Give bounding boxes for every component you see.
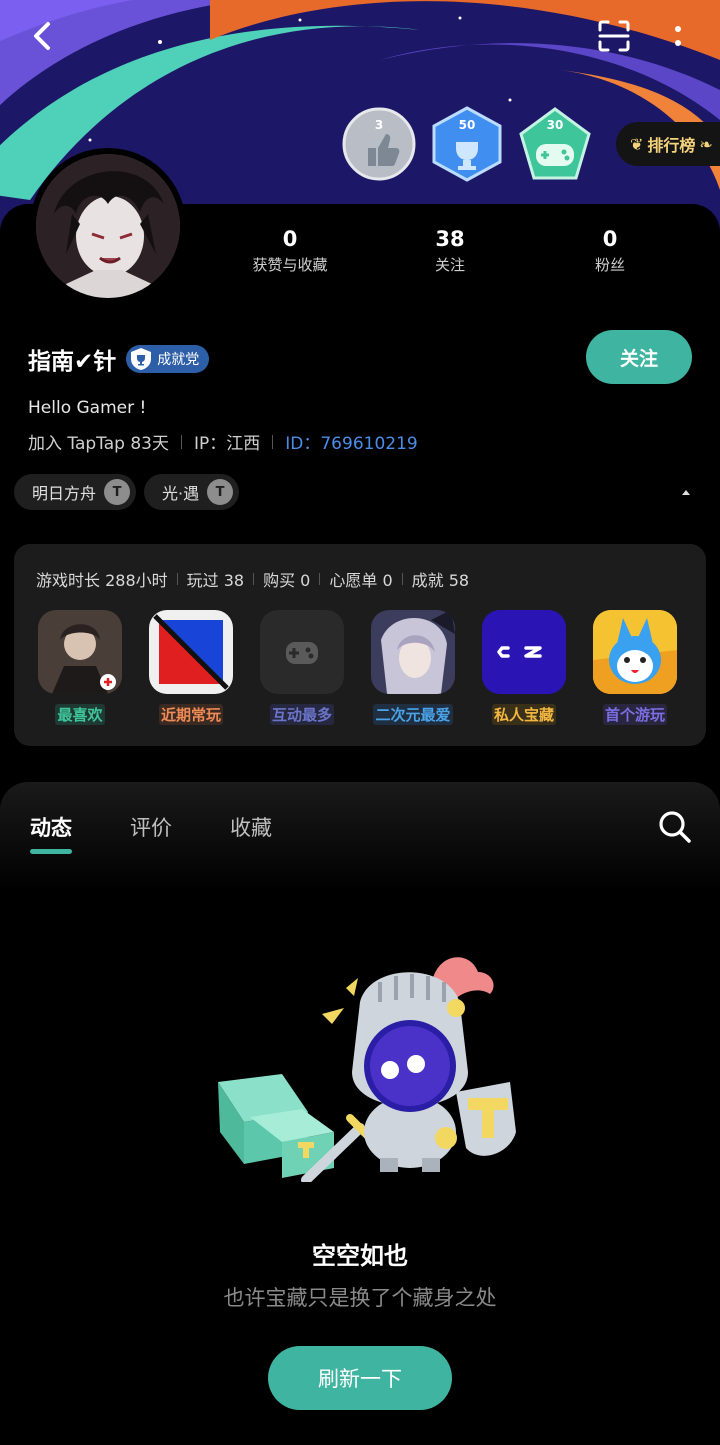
- game-tag[interactable]: 光·遇 T: [144, 474, 240, 510]
- stat-followers[interactable]: 0 粉丝: [530, 226, 690, 275]
- badge-value: 3: [374, 118, 384, 132]
- stat-value: 0: [282, 227, 298, 251]
- stat-label: 获赞与收藏: [252, 256, 328, 274]
- game-art: [38, 610, 122, 694]
- game-recent[interactable]: 近期常玩: [149, 610, 233, 725]
- divider: [272, 434, 274, 449]
- shield-trophy-icon: [131, 348, 152, 370]
- gamepad-icon: [286, 642, 318, 664]
- achievement-tag[interactable]: 成就党: [126, 345, 210, 373]
- game-icon: [260, 610, 344, 694]
- chest-icon: [218, 1074, 334, 1178]
- badge-games[interactable]: 30: [518, 106, 592, 182]
- stat-wishlist[interactable]: 心愿单 0: [329, 567, 392, 591]
- game-art: [593, 610, 677, 694]
- game-anime[interactable]: 二次元最爱: [371, 610, 455, 725]
- badge-likes[interactable]: 3: [342, 106, 416, 182]
- achievement-badges: 3 50 30: [342, 106, 592, 182]
- tab-activity[interactable]: 动态: [30, 812, 72, 854]
- badge-value: 50: [458, 118, 476, 132]
- stat-achievements[interactable]: 成就 58: [412, 567, 469, 591]
- scan-button[interactable]: [592, 14, 636, 58]
- empty-state-illustration: [218, 957, 516, 1182]
- user-meta: 加入 TapTap 83天 IP：江西 ID：769610219: [28, 429, 418, 454]
- game-showcase: 最喜欢 近期常玩 互动最多 二次元最爱 私人宝藏 首个游玩: [38, 610, 677, 725]
- achievement-tag-label: 成就党: [157, 352, 200, 368]
- game-interact[interactable]: 互动最多: [260, 610, 344, 725]
- join-duration: 加入 TapTap 83天: [28, 434, 169, 454]
- game-tag-label: 明日方舟: [32, 484, 97, 503]
- refresh-button[interactable]: 刷新一下: [268, 1346, 452, 1410]
- tab-reviews[interactable]: 评价: [130, 812, 172, 842]
- game-tag[interactable]: 明日方舟 T: [14, 474, 137, 510]
- game-favorite[interactable]: 最喜欢: [38, 610, 122, 725]
- game-label: 互动最多: [269, 704, 334, 725]
- taptap-icon: T: [104, 479, 131, 505]
- games-panel: 游戏时长 288小时 玩过 38 购买 0 心愿单 0 成就 58 最喜欢 近期…: [14, 544, 706, 746]
- game-tag-label: 光·遇: [162, 484, 200, 503]
- ip-location: IP：江西: [194, 434, 261, 454]
- stat-playtime[interactable]: 游戏时长 288小时: [36, 567, 168, 591]
- game-art: [149, 610, 233, 694]
- divider: [176, 573, 178, 585]
- stat-value: 38: [435, 227, 465, 251]
- divider: [401, 573, 403, 585]
- game-icon: [38, 610, 122, 694]
- leaderboard-button[interactable]: ❦ 排行榜 ❧: [616, 122, 720, 166]
- empty-state-title: 空空如也: [312, 1242, 408, 1270]
- stat-value: 0: [602, 227, 618, 251]
- game-treasure[interactable]: 私人宝藏: [482, 610, 566, 725]
- badge-value: 30: [546, 118, 564, 132]
- user-bio: Hello Gamer !: [28, 398, 147, 418]
- laurel-left-icon: ❦: [630, 134, 644, 154]
- game-tags: 明日方舟 T 光·遇 T: [14, 474, 240, 510]
- divider: [319, 573, 321, 585]
- game-icon: [593, 610, 677, 694]
- game-label: 私人宝藏: [491, 704, 556, 725]
- profile-stats: 0 获赞与收藏 38 关注 0 粉丝: [210, 226, 690, 275]
- game-label: 近期常玩: [158, 704, 223, 725]
- avatar-image: [36, 154, 180, 298]
- more-options-button[interactable]: [656, 14, 700, 58]
- search-icon[interactable]: [656, 808, 694, 846]
- name-row: 指南✔针 成就党: [28, 342, 210, 376]
- game-icon: [482, 610, 566, 694]
- game-stats-row: 游戏时长 288小时 玩过 38 购买 0 心愿单 0 成就 58: [36, 567, 469, 591]
- stat-purchased[interactable]: 购买 0: [263, 567, 310, 591]
- more-vertical-icon: [675, 26, 681, 46]
- game-art: [371, 610, 455, 694]
- stat-played[interactable]: 玩过 38: [187, 567, 244, 591]
- game-icon: [149, 610, 233, 694]
- taptap-icon: T: [207, 479, 234, 505]
- game-label: 最喜欢: [55, 704, 105, 725]
- game-art: [482, 610, 566, 694]
- collapse-arrow-icon[interactable]: [678, 486, 694, 498]
- tab-favorites[interactable]: 收藏: [230, 812, 272, 842]
- back-button[interactable]: [20, 14, 64, 58]
- empty-state-subtitle: 也许宝藏只是换了个藏身之处: [223, 1286, 497, 1310]
- game-icon: [371, 610, 455, 694]
- content-panel: 动态 评价 收藏 空空如也 也许宝藏只是换了个藏身之处 刷新一下: [0, 782, 720, 1445]
- follow-button[interactable]: 关注: [586, 330, 692, 384]
- divider: [181, 434, 182, 449]
- leaderboard-label: 排行榜: [647, 136, 696, 155]
- badge-achievement[interactable]: 50: [430, 106, 504, 182]
- avatar[interactable]: [30, 148, 186, 304]
- tab-bar: 动态 评价 收藏: [30, 812, 272, 854]
- avatar-illustration: [36, 154, 180, 298]
- game-label: 二次元最爱: [373, 704, 453, 725]
- divider: [253, 573, 255, 585]
- stat-label: 关注: [434, 256, 465, 274]
- stat-label: 粉丝: [594, 256, 625, 274]
- user-name: 指南✔针: [28, 349, 117, 375]
- chevron-left-icon: [34, 22, 50, 50]
- scan-icon: [598, 20, 630, 52]
- game-label: 首个游玩: [602, 704, 667, 725]
- stat-following[interactable]: 38 关注: [370, 226, 530, 275]
- laurel-right-icon: ❧: [699, 134, 713, 154]
- game-first[interactable]: 首个游玩: [593, 610, 677, 725]
- user-id[interactable]: ID：769610219: [285, 429, 417, 454]
- stat-likes[interactable]: 0 获赞与收藏: [210, 226, 370, 275]
